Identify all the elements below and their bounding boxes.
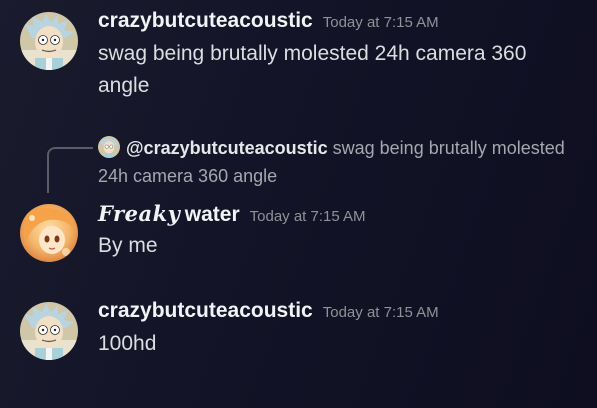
timestamp: Today at 7:15 AM — [322, 14, 439, 31]
chat-message-list: crazybutcuteacoustic Today at 7:15 AM swa… — [0, 0, 597, 408]
message-header: crazybutcuteacoustic Today at 7:15 AM — [98, 9, 439, 33]
message-header: crazybutcuteacoustic Today at 7:15 AM — [98, 299, 439, 323]
message-content: swag being brutally molested 24h camera … — [98, 42, 527, 97]
reply-preview[interactable]: @crazybutcuteacoustic swag being brutall… — [98, 134, 568, 190]
username[interactable]: crazybutcuteacoustic — [98, 299, 313, 322]
rick-avatar-icon[interactable] — [20, 302, 78, 360]
message-content: 100hd — [98, 332, 157, 355]
message-content: By me — [98, 234, 158, 257]
timestamp: Today at 7:15 AM — [322, 304, 439, 321]
anime-avatar-icon[interactable] — [20, 204, 78, 262]
reply-connector-line — [47, 147, 93, 193]
username[interactable]: water — [185, 203, 240, 226]
timestamp: Today at 7:15 AM — [249, 208, 366, 225]
rick-avatar-icon[interactable] — [20, 12, 78, 70]
message-header: Freaky water Today at 7:15 AM — [98, 201, 366, 227]
reply-username[interactable]: @crazybutcuteacoustic — [126, 138, 328, 158]
username-fancy[interactable]: Freaky — [98, 201, 180, 226]
username[interactable]: crazybutcuteacoustic — [98, 9, 313, 32]
rick-avatar-icon — [98, 136, 120, 158]
